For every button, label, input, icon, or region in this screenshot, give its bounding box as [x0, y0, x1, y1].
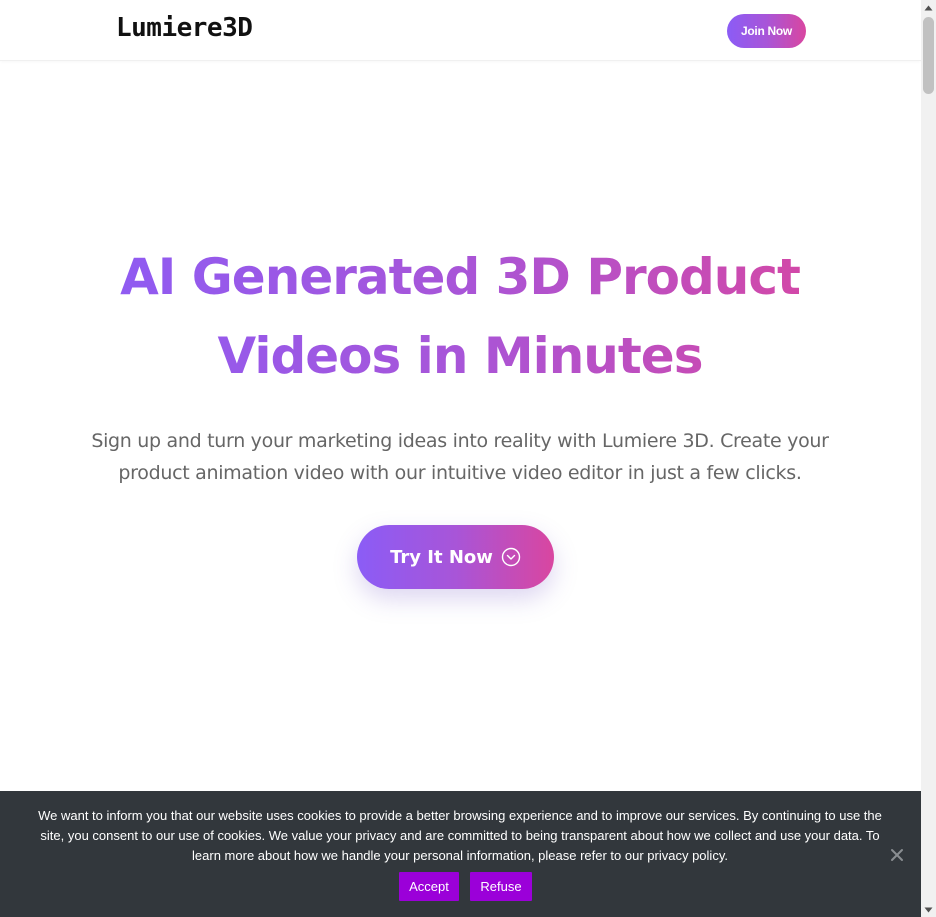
join-now-button[interactable]: Join Now	[727, 14, 806, 48]
hero-subtitle-line-1: Sign up and turn your marketing ideas in…	[91, 430, 829, 452]
cookie-banner: We want to inform you that our website u…	[0, 791, 921, 917]
try-it-now-button[interactable]: Try It Now	[357, 525, 554, 589]
cookie-text-line-3: learn more about how we handle your pers…	[192, 848, 728, 863]
scroll-down-arrow-icon[interactable]	[921, 902, 936, 917]
accept-cookies-button[interactable]: Accept	[399, 872, 459, 901]
hero-title: AI Generated 3D Product Videos in Minute…	[60, 238, 860, 396]
hero-subtitle-line-2: product animation video with our intuiti…	[118, 462, 802, 484]
hero-subtitle: Sign up and turn your marketing ideas in…	[90, 425, 830, 489]
cookie-notice-text: We want to inform you that our website u…	[30, 806, 890, 866]
refuse-cookies-button[interactable]: Refuse	[470, 872, 532, 901]
site-logo[interactable]: Lumiere3D	[116, 13, 253, 43]
cookie-text-line-1: We want to inform you that our website u…	[38, 808, 882, 823]
hero-title-line-1: AI Generated 3D Product	[120, 248, 800, 306]
site-header: Lumiere3D Join Now	[0, 0, 921, 61]
try-it-now-label: Try It Now	[390, 546, 493, 568]
close-icon[interactable]	[888, 846, 906, 864]
hero-title-line-2: Videos in Minutes	[217, 327, 703, 385]
page: Lumiere3D Join Now AI Generated 3D Produ…	[0, 0, 921, 917]
chevron-circle-down-icon	[501, 547, 521, 567]
scroll-up-arrow-icon[interactable]	[921, 0, 936, 15]
cookie-text-line-2: site, you consent to our use of cookies.…	[40, 828, 880, 843]
vertical-scrollbar[interactable]	[921, 0, 936, 917]
scrollbar-thumb[interactable]	[923, 17, 934, 94]
